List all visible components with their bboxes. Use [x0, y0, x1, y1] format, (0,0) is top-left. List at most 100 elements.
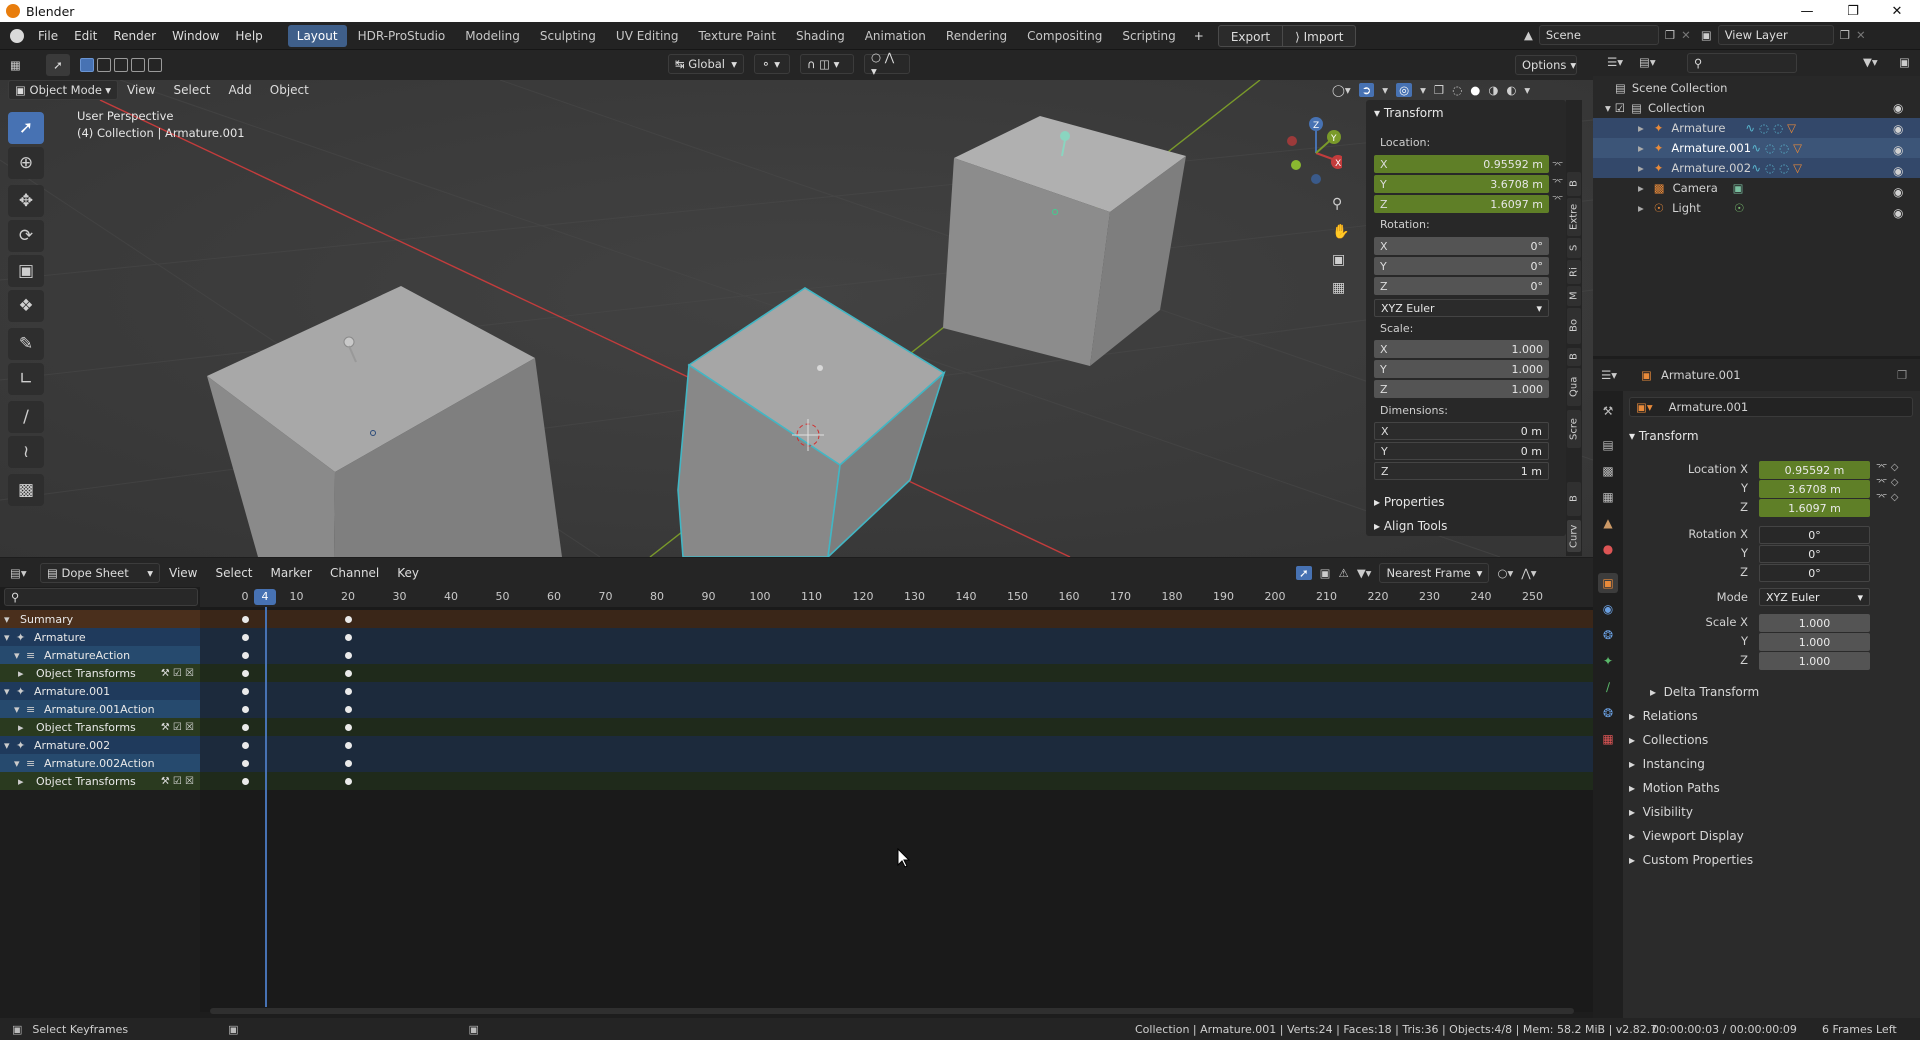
snapping-mode-dropdown[interactable]: Nearest Frame ▾ — [1379, 563, 1490, 583]
prop-rotation-y-field[interactable]: 0° — [1759, 545, 1870, 563]
tab-sculpting[interactable]: Sculpting — [531, 25, 605, 47]
select-box-tool-icon[interactable]: ➚ — [8, 112, 44, 144]
delete-scene-icon[interactable]: ✕ — [1681, 28, 1691, 42]
keyframe-dot[interactable] — [344, 669, 352, 677]
light-visibility-eye-icon[interactable]: ◉ — [1893, 206, 1903, 220]
viewport-menu-object[interactable]: Object — [261, 83, 318, 97]
prop-lock-location-x-icon[interactable]: ⌤ ◇ — [1876, 462, 1898, 473]
close-icon[interactable]: ✕ — [1874, 0, 1920, 22]
rotation-z-field[interactable]: Z 0° — [1374, 277, 1549, 295]
outliner-search-input[interactable]: ⚲ — [1687, 53, 1797, 73]
scene-tab-icon[interactable]: ▲ — [1598, 513, 1618, 533]
keyframe-dot[interactable] — [344, 687, 352, 695]
lock-location-z-icon[interactable]: ⌤ — [1552, 194, 1564, 205]
camera-view-icon[interactable]: ▣ — [1332, 252, 1349, 268]
channel-expand-icon[interactable]: ▾ — [4, 613, 16, 626]
menu-edit[interactable]: Edit — [66, 22, 105, 50]
viewport-menu-view[interactable]: View — [118, 83, 164, 97]
pivot-point-dropdown[interactable]: ⚬ ▾ — [754, 54, 790, 74]
keyframe-dot[interactable] — [344, 705, 352, 713]
outliner-item-armature[interactable]: ▸ ✦ Armature ∿◌◌▽ — [1593, 118, 1920, 138]
navigation-gizmo[interactable]: Z X Y — [1282, 113, 1345, 187]
sidebar-tab-s[interactable]: S — [1567, 238, 1581, 258]
channel-expand-icon[interactable]: ▸ — [18, 721, 30, 734]
keyframe-dot[interactable] — [344, 651, 352, 659]
sidebar-tab-bo[interactable]: Bo — [1567, 308, 1581, 344]
location-x-field[interactable]: X 0.95592 m — [1374, 155, 1549, 173]
location-z-field[interactable]: Z 1.6097 m — [1374, 195, 1549, 213]
channel-row-action[interactable]: ▾ ≡ Armature.001Action — [0, 700, 200, 718]
sidebar-tab-m[interactable]: M — [1567, 286, 1581, 306]
overlay-dropdown-icon[interactable]: ▾ — [1420, 83, 1426, 97]
proportional-icon[interactable]: ○▾ — [1497, 566, 1513, 580]
channel-expand-icon[interactable]: ▾ — [14, 703, 26, 716]
properties-editor-type-icon[interactable]: ☰▾ — [1601, 368, 1617, 382]
annotate-tool-icon[interactable]: ✎ — [8, 328, 44, 360]
transform-tool-icon[interactable]: ❖ — [8, 290, 44, 322]
orthographic-grid-icon[interactable]: ▦ — [1332, 280, 1349, 296]
world-tab-icon[interactable]: ● — [1598, 539, 1618, 559]
overlay-toggle-icon[interactable]: ◎ — [1396, 83, 1413, 97]
options-dropdown[interactable]: Options ▾ — [1515, 55, 1577, 75]
shading-dropdown-icon[interactable]: ▾ — [1524, 83, 1530, 97]
section-custom-properties[interactable]: ▸ Custom Properties — [1629, 853, 1753, 867]
gizmo-toggle-icon[interactable]: ➲ — [1358, 83, 1375, 97]
solid-shading-icon[interactable]: ● — [1470, 83, 1480, 97]
channel-expand-icon[interactable]: ▾ — [4, 739, 16, 752]
keyframe-dot[interactable] — [344, 615, 352, 623]
channel-expand-icon[interactable]: ▸ — [18, 667, 30, 680]
channel-row-group[interactable]: ▸ Object Transforms ⚒ ☑ ☒ — [0, 664, 200, 682]
scale-z-field[interactable]: Z 1.000 — [1374, 380, 1549, 398]
channel-search-input[interactable]: ⚲ — [4, 588, 198, 606]
keyframe-dot[interactable] — [241, 669, 249, 677]
outliner-scene-collection[interactable]: ▤ Scene Collection — [1593, 78, 1920, 98]
pan-hand-icon[interactable]: ✋ — [1332, 224, 1349, 240]
view-layer-icon[interactable]: ▣ — [1701, 28, 1712, 42]
dopesheet-keyframe-area[interactable] — [200, 607, 1593, 1014]
sidebar-tab-quick[interactable]: Qua — [1567, 368, 1581, 406]
npanel-transform-header[interactable]: ▾ Transform — [1374, 106, 1444, 120]
tab-texture-paint[interactable]: Texture Paint — [690, 25, 785, 47]
channel-row-group[interactable]: ▸ Object Transforms ⚒ ☑ ☒ — [0, 772, 200, 790]
channel-row-summary[interactable]: ▾ Summary — [0, 610, 200, 628]
prop-rotation-x-field[interactable]: 0° — [1759, 526, 1870, 544]
cursor-tool-icon[interactable]: ⊕ — [8, 147, 44, 179]
select-new-icon[interactable] — [80, 58, 94, 72]
collection-visibility-eye-icon[interactable]: ◉ — [1893, 101, 1903, 115]
rotation-mode-dropdown[interactable]: XYZ Euler ▾ — [1374, 299, 1549, 317]
camera-visibility-eye-icon[interactable]: ◉ — [1893, 185, 1903, 199]
sidebar-tab-curve[interactable]: Curv — [1567, 520, 1581, 552]
outliner-item-armature-002[interactable]: ▸ ✦ Armature.002 ∿◌◌▽ — [1593, 158, 1920, 178]
proportional-editing-dropdown[interactable]: ○ ⋀ ▾ — [864, 50, 910, 78]
keyframe-dot[interactable] — [241, 687, 249, 695]
keyframe-dot[interactable] — [344, 741, 352, 749]
only-errors-icon[interactable]: ⚠ — [1339, 566, 1349, 580]
rendered-shading-icon[interactable]: ◐ — [1506, 83, 1516, 97]
transform-orientation-dropdown[interactable]: ↹ Global ▾ — [668, 54, 744, 74]
import-button[interactable]: ⟩ Import — [1283, 24, 1357, 47]
view-layer-tab-icon[interactable]: ▦ — [1598, 487, 1618, 507]
show-hidden-icon[interactable]: ▣ — [1320, 566, 1331, 580]
lock-location-x-icon[interactable]: ⌤ — [1552, 160, 1564, 171]
object-mode-dropdown[interactable]: ▣ Object Mode ▾ — [8, 80, 118, 100]
section-instancing[interactable]: ▸ Instancing — [1629, 757, 1705, 771]
menu-file[interactable]: File — [30, 22, 66, 50]
dimensions-z-field[interactable]: Z 1 m — [1374, 462, 1549, 480]
keyframe-dot[interactable] — [241, 705, 249, 713]
outliner-editor-type-icon[interactable]: ☰▾ — [1607, 55, 1623, 69]
minimize-icon[interactable]: — — [1784, 0, 1830, 22]
channel-expand-icon[interactable]: ▾ — [4, 631, 16, 644]
wireframe-shading-icon[interactable]: ◌ — [1452, 83, 1462, 97]
gizmo-dropdown-icon[interactable]: ▾ — [1382, 83, 1388, 97]
scene-icon[interactable]: ▲ — [1524, 28, 1533, 42]
viewport-menu-add[interactable]: Add — [220, 83, 261, 97]
sidebar-tab-b3[interactable]: B — [1567, 172, 1581, 196]
tab-uv-editing[interactable]: UV Editing — [607, 25, 688, 47]
sidebar-tab-ri[interactable]: Ri — [1567, 260, 1581, 284]
channel-row-object[interactable]: ▾ ✦ Armature.001 — [0, 682, 200, 700]
sidebar-tab-b2[interactable]: B — [1567, 348, 1581, 366]
move-tool-icon[interactable]: ✥ — [8, 185, 44, 217]
npanel-properties-header[interactable]: ▸ Properties — [1374, 495, 1445, 509]
curve-tool-icon[interactable]: ≀ — [8, 436, 44, 468]
sidebar-tab-extra[interactable]: Extre — [1567, 198, 1581, 236]
